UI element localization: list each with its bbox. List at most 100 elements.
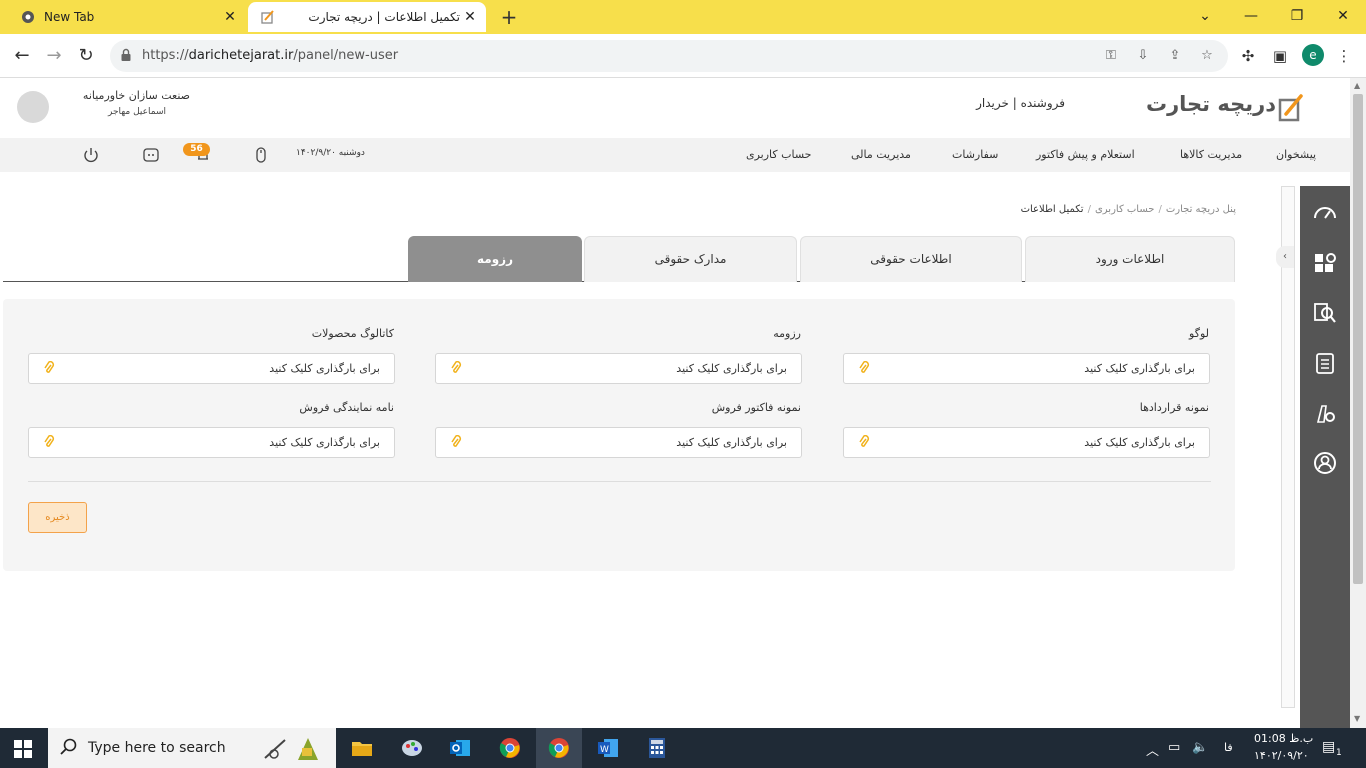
breadcrumb-parent[interactable]: حساب کاربری — [1095, 204, 1155, 215]
restore-icon[interactable]: ❐ — [1274, 4, 1320, 28]
upload-placeholder: برای بارگذاری کلیک کنید — [676, 436, 787, 449]
logo-pen-icon — [1278, 94, 1304, 125]
breadcrumb-root[interactable]: پنل دریچه تجارت — [1166, 204, 1236, 215]
profile-avatar[interactable]: e — [1302, 44, 1324, 66]
upload-placeholder: برای بارگذاری کلیک کنید — [269, 436, 380, 449]
sidebar-collapse-chevron-icon[interactable]: ‹ — [1276, 246, 1294, 268]
back-arrow-icon[interactable]: ← — [10, 44, 34, 68]
more-menu-icon[interactable]: ⋮ — [1334, 46, 1354, 66]
volume-icon[interactable]: 🔈 — [1192, 740, 1208, 755]
tab-login-info[interactable]: اطلاعات ورود — [1025, 236, 1235, 282]
paperclip-icon — [43, 360, 55, 378]
side-panel-icon[interactable]: ▣ — [1270, 46, 1290, 66]
scroll-down-icon[interactable]: ▼ — [1354, 714, 1360, 723]
browser-tab-title: New Tab — [44, 10, 95, 24]
upload-invoice[interactable]: برای بارگذاری کلیک کنید — [435, 427, 802, 458]
share-icon[interactable]: ⇪ — [1166, 48, 1184, 64]
address-bar[interactable]: https://darichetejarat.ir/panel/new-user… — [110, 40, 1228, 72]
breadcrumb-current: تکمیل اطلاعات — [1020, 204, 1084, 215]
close-icon[interactable]: ✕ — [460, 9, 480, 25]
products-boxes-icon[interactable] — [1312, 250, 1338, 276]
browser-tabstrip: New Tab ✕ تکمیل اطلاعات | دریچه تجارت ✕ … — [0, 0, 1366, 34]
word-icon[interactable]: W — [596, 736, 620, 760]
current-date: دوشنبه ۱۴۰۲/۹/۲۰ — [296, 148, 365, 158]
upload-catalog[interactable]: برای بارگذاری کلیک کنید — [28, 353, 395, 384]
language-indicator[interactable]: فا — [1224, 741, 1233, 754]
logo-text: دریچه تجارت — [1145, 92, 1276, 116]
upload-resume[interactable]: برای بارگذاری کلیک کنید — [435, 353, 802, 384]
browser-tab-new-tab[interactable]: New Tab ✕ — [8, 2, 246, 32]
account-user-icon[interactable] — [1312, 450, 1338, 476]
network-icon[interactable]: ▭ — [1168, 740, 1180, 755]
install-icon[interactable]: ⇩ — [1134, 48, 1152, 64]
power-icon[interactable] — [82, 146, 100, 164]
taskbar-search[interactable]: Type here to search — [48, 728, 336, 768]
tab-search-chevron-icon[interactable]: ⌄ — [1182, 4, 1228, 28]
tray-chevron-up-icon[interactable]: ︿ — [1146, 740, 1159, 759]
site-logo[interactable]: دریچه تجارت — [1145, 90, 1308, 126]
page-scrollbar[interactable]: ▲ ▼ — [1350, 78, 1366, 728]
forward-arrow-icon[interactable]: → — [42, 44, 66, 68]
window-close-icon[interactable]: ✕ — [1320, 4, 1366, 28]
action-center-icon[interactable]: ▤ — [1322, 739, 1335, 755]
chrome-active-icon[interactable] — [547, 736, 571, 760]
mouse-icon[interactable] — [252, 146, 270, 164]
menu-item-dashboard[interactable]: پیشخوان — [1276, 148, 1316, 161]
main-menu: پیشخوان مدیریت کالاها استعلام و پیش فاکت… — [0, 138, 1350, 172]
menu-item-inquiry[interactable]: استعلام و پیش فاکتور — [1036, 148, 1135, 161]
scroll-up-icon[interactable]: ▲ — [1354, 81, 1360, 90]
paperclip-icon — [450, 360, 462, 378]
finance-settings-icon[interactable] — [1312, 400, 1338, 426]
paint-icon[interactable] — [400, 736, 424, 760]
minimize-icon[interactable]: — — [1228, 4, 1274, 28]
extensions-puzzle-icon[interactable]: ✣ — [1238, 46, 1258, 66]
calculator-icon[interactable] — [645, 736, 669, 760]
user-roles: فروشنده | خریدار — [976, 96, 1065, 110]
new-tab-plus-icon[interactable]: + — [498, 6, 520, 28]
inquiry-search-icon[interactable] — [1312, 300, 1338, 326]
chrome-icon — [20, 9, 36, 25]
dashboard-gauge-icon[interactable] — [1312, 200, 1338, 226]
bookmark-star-icon[interactable]: ☆ — [1198, 48, 1216, 64]
file-explorer-icon[interactable] — [350, 736, 374, 760]
field-label-contracts: نمونه قراردادها — [1139, 401, 1209, 414]
orders-clipboard-icon[interactable] — [1312, 350, 1338, 376]
upload-logo[interactable]: برای بارگذاری کلیک کنید — [843, 353, 1210, 384]
menu-item-orders[interactable]: سفارشات — [952, 148, 998, 161]
menu-item-account[interactable]: حساب کاربری — [746, 148, 811, 161]
page-viewport: صنعت سازان خاورمیانه اسماعیل مهاجر فروشن… — [0, 78, 1350, 728]
field-label-catalog: کاتالوگ محصولات — [311, 327, 394, 340]
windows-taskbar: Type here to search W ︿ ▭ 🔈 فا 01:08 ب.ظ… — [0, 728, 1366, 768]
upload-placeholder: برای بارگذاری کلیک کنید — [269, 362, 380, 375]
upload-contracts[interactable]: برای بارگذاری کلیک کنید — [843, 427, 1210, 458]
save-button[interactable]: ذخیره — [28, 502, 87, 533]
avatar[interactable] — [17, 91, 49, 123]
tab-resume[interactable]: رزومه — [408, 236, 582, 282]
windows-start-icon[interactable] — [14, 740, 32, 758]
key-icon[interactable]: ⚿ — [1102, 48, 1120, 64]
close-icon[interactable]: ✕ — [220, 9, 240, 25]
menu-item-products[interactable]: مدیریت کالاها — [1180, 148, 1242, 161]
clock-date[interactable]: ۱۴۰۲/۰۹/۲۰ — [1254, 749, 1309, 762]
browser-toolbar: ← → ↻ https://darichetejarat.ir/panel/ne… — [0, 34, 1366, 78]
company-name: صنعت سازان خاورمیانه — [82, 89, 190, 102]
scrollbar-thumb[interactable] — [1353, 94, 1363, 584]
browser-tab-active[interactable]: تکمیل اطلاعات | دریچه تجارت ✕ — [248, 2, 486, 32]
upload-placeholder: برای بارگذاری کلیک کنید — [1084, 362, 1195, 375]
messages-icon[interactable] — [142, 146, 160, 164]
menu-item-finance[interactable]: مدیریت مالی — [851, 148, 911, 161]
upload-agency-letter[interactable]: برای بارگذاری کلیک کنید — [28, 427, 395, 458]
upload-form-panel: لوگو برای بارگذاری کلیک کنید رزومه برای … — [3, 299, 1235, 571]
site-favicon-icon — [260, 9, 276, 25]
field-label-logo: لوگو — [1189, 327, 1209, 340]
url-text: https://darichetejarat.ir/panel/new-user — [142, 48, 399, 63]
tab-legal-info[interactable]: اطلاعات حقوقی — [800, 236, 1022, 282]
tab-legal-documents[interactable]: مدارک حقوقی — [584, 236, 797, 282]
reload-icon[interactable]: ↻ — [74, 44, 98, 68]
outlook-icon[interactable] — [448, 736, 472, 760]
site-header: صنعت سازان خاورمیانه اسماعیل مهاجر فروشن… — [0, 78, 1350, 138]
clock-time[interactable]: 01:08 ب.ظ — [1254, 732, 1313, 745]
field-label-invoice: نمونه فاکتور فروش — [711, 401, 801, 414]
chrome-icon[interactable] — [498, 736, 522, 760]
browser-tab-title: تکمیل اطلاعات | دریچه تجارت — [308, 10, 460, 24]
